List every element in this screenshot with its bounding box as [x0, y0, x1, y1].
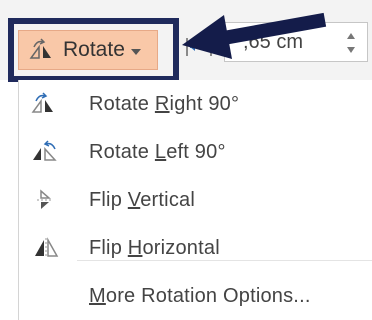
menu-item-label: Rotate Right 90°: [89, 92, 240, 115]
annotation-arrow-icon: [182, 12, 327, 59]
flip-vertical-icon: [37, 189, 53, 209]
menu-item-label: Flip Horizontal: [89, 236, 220, 259]
chevron-down-icon: [130, 48, 141, 55]
flip-horizontal-icon: [35, 237, 59, 258]
rotate-button[interactable]: Rotate: [18, 30, 158, 70]
menu-separator: [77, 260, 372, 261]
menu-item-more-rotation-options[interactable]: More Rotation Options...: [19, 272, 372, 320]
rotate-left-icon: [33, 140, 57, 161]
menu-item-label: More Rotation Options...: [89, 284, 311, 307]
rotate-button-label: Rotate: [63, 38, 125, 61]
menu-item-rotate-right[interactable]: Rotate Right 90°: [19, 80, 372, 128]
rotate-dropdown-menu: Rotate Right 90° Rotate Left 90° Flip Ve…: [18, 80, 372, 320]
menu-item-label: Flip Vertical: [89, 188, 195, 211]
spin-up-icon[interactable]: [347, 33, 355, 39]
spin-down-icon[interactable]: [347, 47, 355, 53]
rotate-icon: [29, 38, 51, 59]
menu-item-flip-vertical[interactable]: Flip Vertical: [19, 176, 372, 224]
menu-item-rotate-left[interactable]: Rotate Left 90°: [19, 128, 372, 176]
menu-item-label: Rotate Left 90°: [89, 140, 226, 163]
menu-item-flip-horizontal[interactable]: Flip Horizontal: [19, 224, 372, 272]
rotate-right-icon: [31, 92, 53, 113]
